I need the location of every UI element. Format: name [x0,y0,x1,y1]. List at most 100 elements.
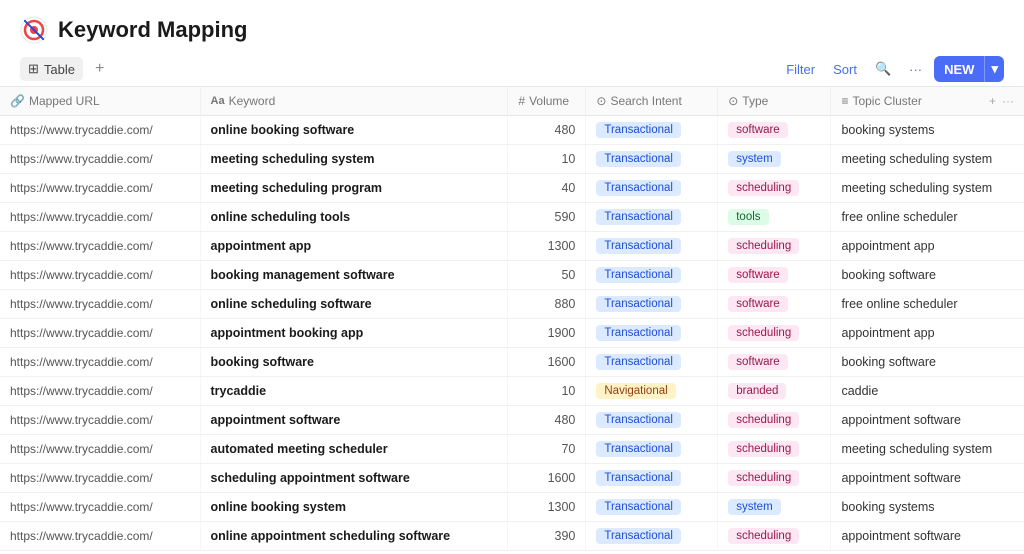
table-row[interactable]: https://www.trycaddie.com/ appointment a… [0,232,1024,261]
intent-badge: Transactional [596,441,681,457]
col-header-volume-label: Volume [529,94,569,108]
table-row[interactable]: https://www.trycaddie.com/ meeting sched… [0,145,1024,174]
toolbar: ⊞ Table + Filter Sort 🔍 ··· NEW ▾ [0,52,1024,87]
table-row[interactable]: https://www.trycaddie.com/ booking manag… [0,261,1024,290]
table-row[interactable]: https://www.trycaddie.com/ online schedu… [0,203,1024,232]
table-row[interactable]: https://www.trycaddie.com/ online bookin… [0,493,1024,522]
table-row[interactable]: https://www.trycaddie.com/ scheduling ap… [0,464,1024,493]
intent-badge: Transactional [596,122,681,138]
cluster-cell: free online scheduler [831,290,1024,319]
table-row[interactable]: https://www.trycaddie.com/ appointment s… [0,406,1024,435]
filter-button[interactable]: Filter [780,58,821,81]
intent-cell: Transactional [586,493,718,522]
url-cell: https://www.trycaddie.com/ [0,145,200,174]
url-cell: https://www.trycaddie.com/ [0,232,200,261]
volume-cell: 1300 [508,493,586,522]
keyword-table: 🔗 Mapped URL Aa Keyword # Volume [0,87,1024,551]
table-row[interactable]: https://www.trycaddie.com/ online appoin… [0,522,1024,551]
intent-badge: Navigational [596,383,675,399]
table-row[interactable]: https://www.trycaddie.com/ online schedu… [0,290,1024,319]
volume-cell: 590 [508,551,586,552]
hash-icon: # [518,94,525,108]
link-icon: 🔗 [10,94,25,108]
col-header-url-label: Mapped URL [29,94,100,108]
cluster-cell: booking software [831,261,1024,290]
cluster-cell: meeting scheduling system [831,174,1024,203]
volume-cell: 10 [508,377,586,406]
table-row[interactable]: https://www.trycaddie.com/ appointment b… [0,319,1024,348]
volume-cell: 480 [508,406,586,435]
intent-cell: Transactional [586,522,718,551]
url-cell: https://www.trycaddie.com/ [0,261,200,290]
type-cell: scheduling [718,406,831,435]
type-badge: scheduling [728,238,799,254]
intent-badge: Transactional [596,499,681,515]
table-row[interactable]: https://www.trycaddie.com/ trycaddie 10 … [0,377,1024,406]
type-cell: scheduling [718,435,831,464]
volume-cell: 1600 [508,464,586,493]
table-row[interactable]: https://www.trycaddie.com/ booking softw… [0,348,1024,377]
intent-cell: Transactional [586,116,718,145]
type-badge: scheduling [728,180,799,196]
cluster-cell: appointment app [831,232,1024,261]
intent-badge: Transactional [596,267,681,283]
cluster-cell: caddie [831,377,1024,406]
type-cell: scheduling [718,319,831,348]
table-row[interactable]: https://www.trycaddie.com/ meeting sched… [0,174,1024,203]
keyword-cell: online booking system [200,493,508,522]
column-more-icon[interactable]: ··· [1002,94,1014,108]
intent-badge: Transactional [596,180,681,196]
sort-button[interactable]: Sort [827,58,863,81]
intent-icon: ⊙ [596,94,606,108]
url-cell: https://www.trycaddie.com/ [0,203,200,232]
new-button[interactable]: NEW ▾ [934,56,1004,82]
page-title: Keyword Mapping [58,17,247,43]
type-icon: ⊙ [728,94,738,108]
type-cell: scheduling [718,551,831,552]
type-badge: branded [728,383,786,399]
type-cell: software [718,348,831,377]
intent-badge: Transactional [596,470,681,486]
intent-badge: Transactional [596,209,681,225]
new-button-arrow[interactable]: ▾ [984,56,1004,82]
type-cell: branded [718,377,831,406]
add-view-button[interactable]: + [91,58,108,80]
table-row[interactable]: https://www.trycaddie.com/ scheduling au… [0,551,1024,552]
table-row[interactable]: https://www.trycaddie.com/ online bookin… [0,116,1024,145]
keyword-cell: online scheduling tools [200,203,508,232]
table-row[interactable]: https://www.trycaddie.com/ automated mee… [0,435,1024,464]
type-cell: software [718,116,831,145]
volume-cell: 1900 [508,319,586,348]
cluster-cell: appointment app [831,319,1024,348]
cluster-icon: ≡ [841,94,848,108]
cluster-cell: meeting scheduling system [831,435,1024,464]
url-cell: https://www.trycaddie.com/ [0,319,200,348]
type-badge: software [728,267,787,283]
add-column-icon[interactable]: + [989,94,996,108]
col-header-type-label: Type [742,94,768,108]
intent-cell: Transactional [586,551,718,552]
table-header-row: 🔗 Mapped URL Aa Keyword # Volume [0,87,1024,116]
intent-cell: Transactional [586,145,718,174]
type-badge: scheduling [728,528,799,544]
volume-cell: 590 [508,203,586,232]
keyword-cell: meeting scheduling system [200,145,508,174]
more-options-button[interactable]: ··· [903,58,928,81]
cluster-cell: meeting scheduling system [831,145,1024,174]
type-cell: scheduling [718,464,831,493]
volume-cell: 880 [508,290,586,319]
type-cell: software [718,261,831,290]
keyword-cell: online booking software [200,116,508,145]
cluster-cell: booking software [831,348,1024,377]
volume-cell: 70 [508,435,586,464]
intent-badge: Transactional [596,238,681,254]
keyword-cell: automated meeting scheduler [200,435,508,464]
intent-cell: Transactional [586,435,718,464]
type-badge: software [728,354,787,370]
table-tab[interactable]: ⊞ Table [20,57,83,81]
type-cell: scheduling [718,232,831,261]
search-button[interactable]: 🔍 [869,57,897,81]
col-header-cluster-label: Topic Cluster [852,94,921,108]
type-badge: scheduling [728,325,799,341]
intent-cell: Transactional [586,174,718,203]
